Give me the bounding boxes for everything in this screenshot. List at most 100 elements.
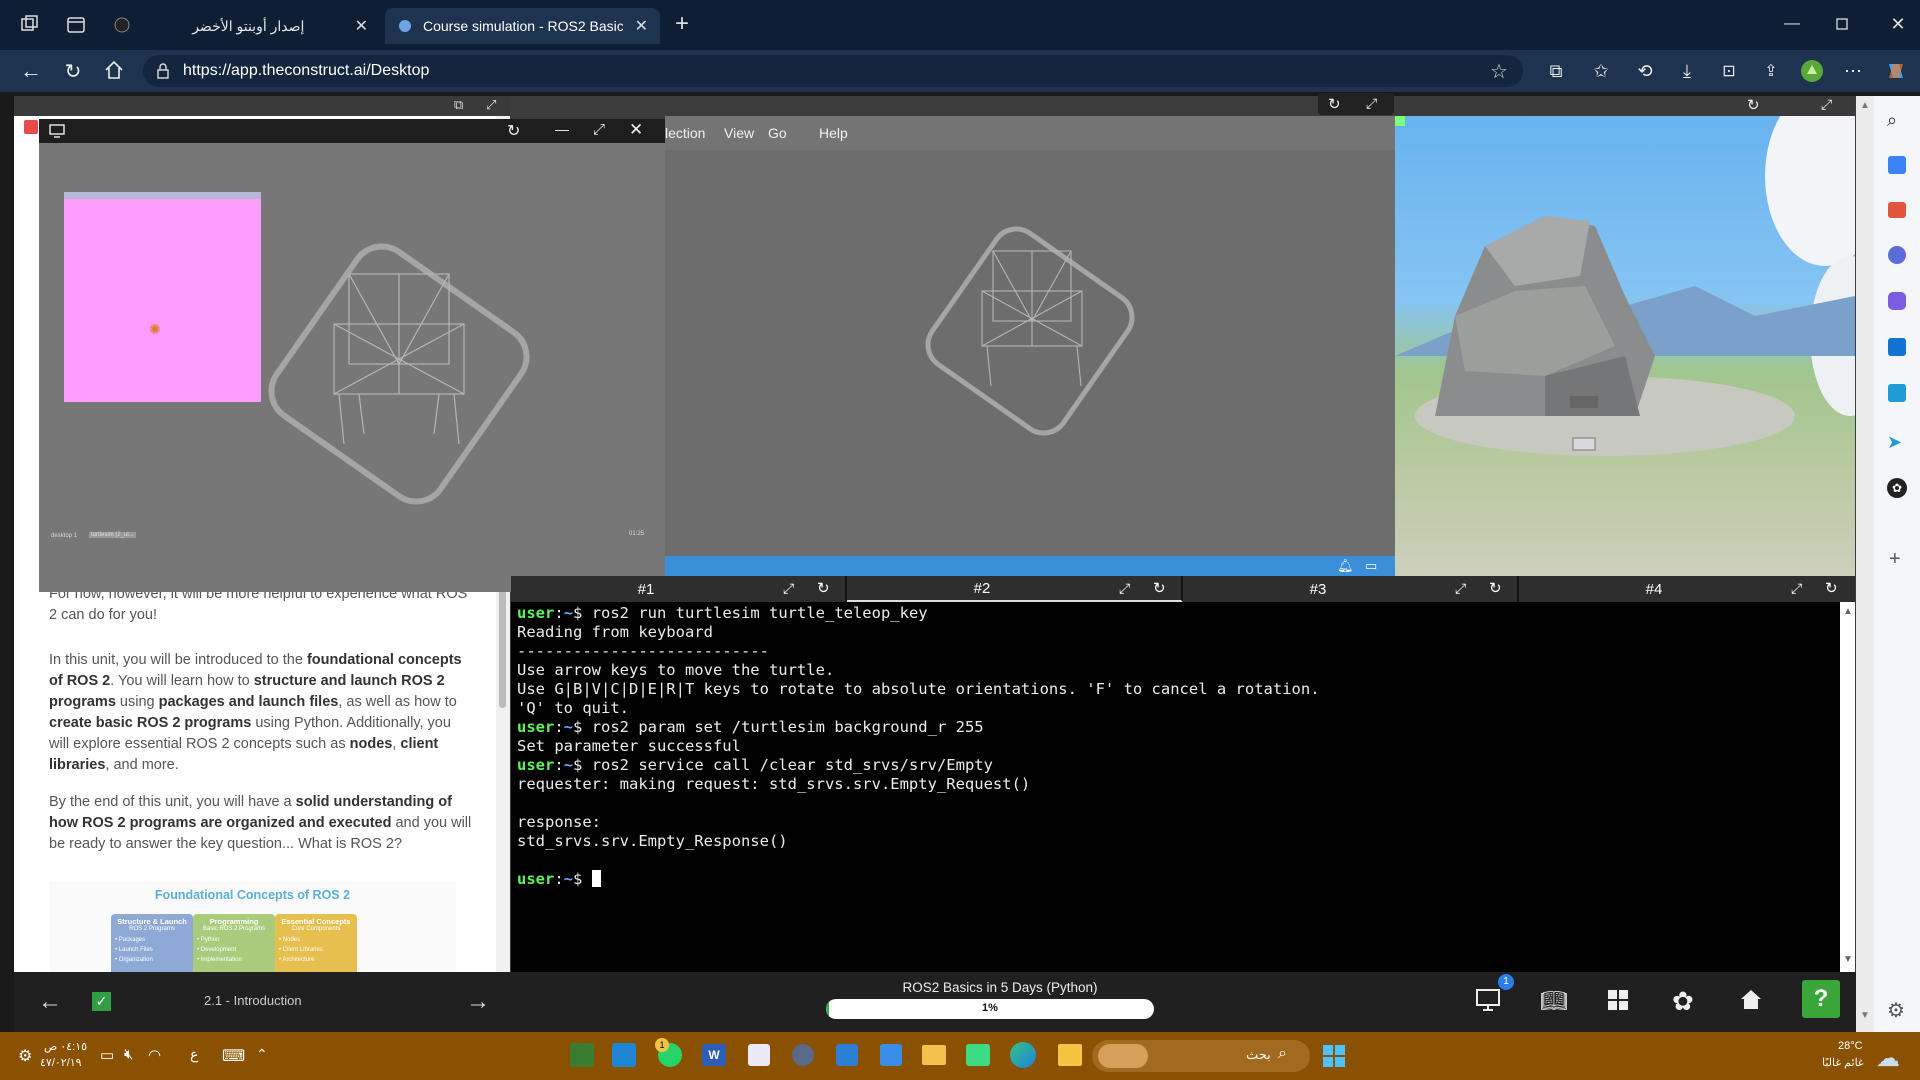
taskbar-app-vscode-icon[interactable] (612, 1043, 636, 1067)
pinned-tab-icon[interactable] (112, 15, 132, 35)
reload-icon[interactable]: ↻ (1153, 579, 1166, 597)
share-icon[interactable]: ⇪ (1760, 60, 1782, 82)
scroll-down-icon[interactable]: ▼ (1860, 1010, 1870, 1021)
tab-close-icon[interactable]: ✕ (635, 16, 648, 36)
unit-complete-checkbox-icon[interactable]: ✓ (92, 992, 111, 1011)
scroll-up-icon[interactable]: ▲ (1843, 606, 1853, 617)
reload-icon[interactable]: ↻ (1825, 579, 1838, 597)
taskbar-app-studio-icon[interactable] (570, 1043, 594, 1067)
site-info-icon[interactable] (155, 63, 171, 79)
tab-actions-icon[interactable] (66, 15, 86, 35)
maximize-icon[interactable] (1830, 12, 1854, 36)
expand-icon[interactable]: ⤢ (783, 580, 794, 597)
chevron-up-icon[interactable]: ⌃ (256, 1046, 268, 1063)
desktop-monitor-icon[interactable] (1474, 986, 1502, 1014)
taskbar-app-store-icon[interactable] (880, 1044, 902, 1066)
terminal-tab-4[interactable]: #4 ⤢ ↻ (1519, 576, 1855, 602)
taskbar-app-paint-icon[interactable] (748, 1044, 770, 1066)
settings-gear-icon[interactable]: ⚙ (1887, 998, 1905, 1023)
gear-notification-icon[interactable]: ⚙ (18, 1046, 32, 1066)
notebook-book-icon[interactable]: 📖︎ (1540, 988, 1568, 1014)
history-icon[interactable]: ⟲ (1634, 60, 1656, 82)
outlook-icon[interactable] (1888, 338, 1906, 356)
taskbar-app-explorer-icon[interactable] (1058, 1044, 1082, 1066)
volume-muted-icon[interactable]: 🔇︎ (124, 1046, 133, 1063)
terminal-tab-2[interactable]: #2 ⤢ ↻ (847, 576, 1183, 602)
menu-selection[interactable]: lection (665, 125, 705, 141)
workspaces-icon[interactable] (20, 14, 40, 34)
taskbar-app-files-icon[interactable] (922, 1045, 946, 1065)
taskbar-app-word-icon[interactable]: W (702, 1044, 726, 1066)
expand-icon[interactable]: ⤢ (1455, 580, 1466, 597)
menu-go[interactable]: Go (768, 125, 787, 141)
panels-layout-icon[interactable] (1606, 988, 1630, 1012)
notebook-bookmark-icon[interactable] (24, 120, 38, 134)
close-window-icon[interactable]: ✕ (1886, 12, 1910, 36)
wifi-icon[interactable]: ◠ (148, 1046, 161, 1064)
start-windows-icon[interactable] (1322, 1044, 1346, 1068)
bell-icon[interactable]: 🔔︎ (1337, 558, 1354, 574)
reload-icon[interactable]: ↻ (817, 579, 830, 597)
favorites-icon[interactable]: ✩ (1590, 60, 1612, 82)
favorite-star-icon[interactable]: ☆ (1489, 61, 1509, 83)
menu-view[interactable]: View (724, 125, 754, 141)
scroll-up-icon[interactable]: ▲ (1860, 100, 1870, 111)
graphical-tools-window[interactable]: ↻ — ⤢ ✕ ✺ desktop 1 turtlesim (2_ui... 0… (39, 119, 665, 592)
next-unit-arrow-icon[interactable]: → (466, 988, 490, 1016)
previous-unit-arrow-icon[interactable]: ← (38, 988, 62, 1016)
microsoft-365-icon[interactable] (1888, 292, 1906, 310)
menu-help[interactable]: Help (819, 125, 848, 141)
terminal-scrollbar[interactable]: ▲ ▼ (1840, 602, 1855, 972)
copilot-icon[interactable] (1884, 59, 1908, 83)
taskbar-search-box[interactable]: بحث ⌕ (1092, 1040, 1310, 1072)
downloads-icon[interactable]: ⤓ (1676, 60, 1698, 82)
search-icon[interactable]: ⌕ (1887, 110, 1897, 131)
send-icon[interactable]: ➤ (1887, 432, 1902, 453)
vnc-task-turtlesim[interactable]: turtlesim (2_ui... (89, 532, 136, 538)
weather-cloud-icon[interactable]: ☁ (1876, 1044, 1900, 1073)
add-sidebar-app-icon[interactable]: + (1889, 548, 1901, 571)
taskbar-app-photos-icon[interactable] (836, 1044, 858, 1066)
chatgpt-icon[interactable]: ✿ (1887, 478, 1907, 498)
refresh-icon[interactable]: ↻ (62, 60, 84, 83)
games-icon[interactable] (1888, 246, 1906, 264)
tab-ubuntu[interactable]: إصدار أوبنتو الأخضر ✕ (140, 8, 380, 44)
expand-icon[interactable]: ⤢ (1791, 580, 1802, 597)
home-icon[interactable] (1738, 986, 1764, 1012)
reload-icon[interactable]: ↻ (1489, 579, 1502, 597)
extensions-icon[interactable]: ⧉ (1545, 60, 1567, 82)
minimize-icon[interactable]: — (555, 121, 569, 137)
reload-icon[interactable]: ↻ (1328, 95, 1341, 113)
new-tab-icon[interactable]: + (670, 10, 694, 37)
more-menu-icon[interactable]: ⋯ (1842, 60, 1864, 82)
ai-assistant-icon[interactable]: ✿ (1672, 986, 1694, 1017)
shopping-tag-icon[interactable] (1888, 156, 1906, 174)
close-icon[interactable]: ✕ (629, 120, 643, 140)
taskbar-app-edge-icon[interactable] (1010, 1042, 1036, 1068)
home-icon[interactable] (103, 59, 125, 81)
expand-icon[interactable]: ⤢ (1366, 95, 1377, 112)
screenshot-icon[interactable]: ⊡ (1718, 60, 1740, 82)
input-language[interactable]: ع (190, 1046, 198, 1063)
expand-icon[interactable]: ⤢ (1119, 580, 1130, 597)
terminal-tab-3[interactable]: #3 ⤢ ↻ (1183, 576, 1519, 602)
scroll-down-icon[interactable]: ▼ (1843, 954, 1853, 965)
keyboard-icon[interactable]: ⌨ (222, 1046, 245, 1066)
open-external-icon[interactable]: ⧉ (454, 97, 463, 113)
gazebo-simulation-view[interactable] (1395, 116, 1855, 576)
battery-icon[interactable]: ▭ (100, 1046, 114, 1064)
taskbar-app-camera-icon[interactable] (792, 1044, 814, 1066)
layout-icon[interactable]: ▭ (1365, 558, 1377, 574)
profile-avatar-icon[interactable] (1800, 59, 1824, 83)
address-bar[interactable]: https://app.theconstruct.ai/Desktop ☆ (143, 55, 1523, 87)
expand-icon[interactable]: ⤢ (593, 121, 605, 138)
reload-icon[interactable]: ↻ (507, 121, 520, 141)
help-button[interactable]: ? (1802, 980, 1840, 1018)
minimize-icon[interactable]: — (1780, 12, 1804, 36)
designer-icon[interactable] (1888, 384, 1906, 402)
taskbar-app-android-icon[interactable] (966, 1044, 990, 1066)
back-icon[interactable]: ← (20, 58, 42, 83)
expand-icon[interactable]: ⤢ (486, 97, 496, 113)
tab-course-simulation[interactable]: Course simulation - ROS2 Basics i ✕ (385, 8, 660, 44)
page-scrollbar[interactable]: ▲ ▼ (1856, 96, 1874, 1032)
